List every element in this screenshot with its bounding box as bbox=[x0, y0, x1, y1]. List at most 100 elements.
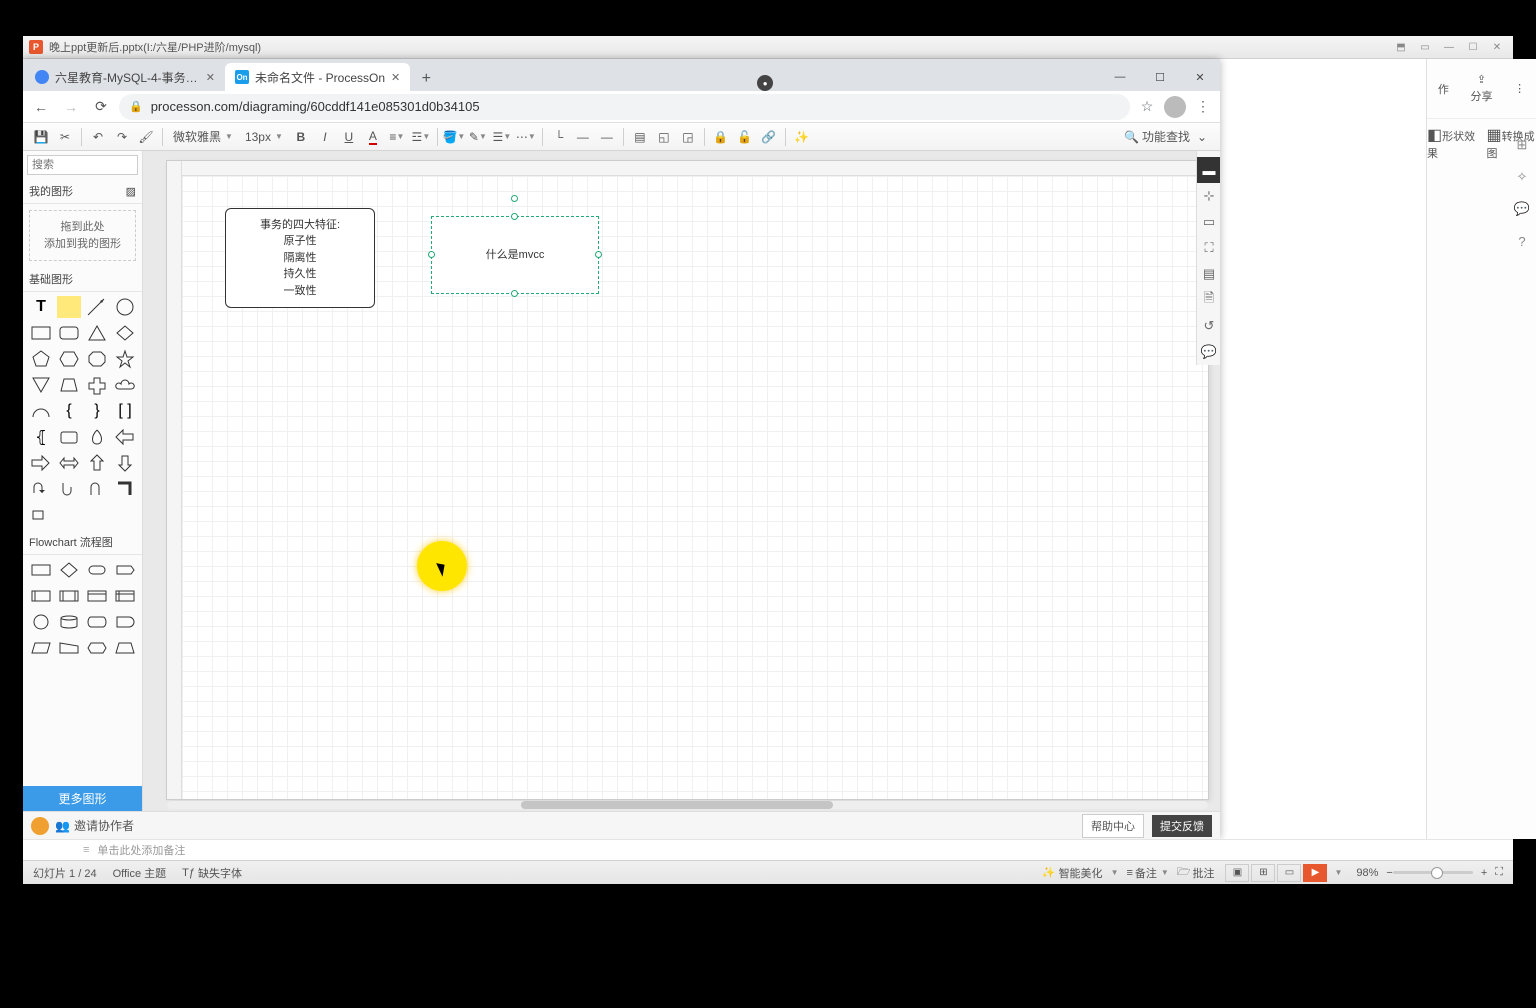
fill-color-icon[interactable]: 🪣▼ bbox=[443, 127, 465, 147]
arrow-left-shape[interactable] bbox=[113, 426, 137, 448]
feedback-button[interactable]: 提交反馈 bbox=[1152, 815, 1212, 837]
line2-icon[interactable]: — bbox=[596, 127, 618, 147]
rp-sparkle-icon[interactable]: ✧ bbox=[1510, 161, 1534, 193]
browser-minimize-icon[interactable]: — bbox=[1100, 63, 1140, 91]
magic-icon[interactable]: ✨ bbox=[791, 127, 813, 147]
link-icon[interactable]: 🔗 bbox=[758, 127, 780, 147]
maximize-icon[interactable]: ☐ bbox=[1463, 40, 1483, 54]
shape-search-input[interactable] bbox=[27, 155, 138, 175]
ppt-notes-bar[interactable]: ≡ 单击此处添加备注 bbox=[23, 839, 1513, 859]
tab-close-icon[interactable]: ✕ bbox=[391, 71, 400, 84]
help-center-button[interactable]: 帮助中心 bbox=[1082, 814, 1144, 838]
zoom-level[interactable]: 98% bbox=[1356, 867, 1378, 879]
fc-decision[interactable] bbox=[57, 559, 81, 581]
align-icon[interactable]: ≡▼ bbox=[386, 127, 408, 147]
back-button[interactable]: ← bbox=[29, 95, 53, 119]
fc-card[interactable] bbox=[85, 585, 109, 607]
note-shape[interactable] bbox=[57, 296, 81, 318]
rt-dark[interactable]: ▬ bbox=[1197, 157, 1220, 183]
screenshot-icon[interactable]: ⛶ bbox=[1197, 235, 1220, 261]
small-rect-shape[interactable] bbox=[29, 504, 53, 526]
user-avatar[interactable] bbox=[31, 817, 49, 835]
view-sorter-icon[interactable]: ⊞ bbox=[1251, 864, 1275, 882]
arrow-down-shape[interactable] bbox=[113, 452, 137, 474]
rp-menu-icon[interactable]: ⋮ bbox=[1514, 82, 1525, 95]
fc-trap[interactable] bbox=[113, 637, 137, 659]
fc-predefined[interactable] bbox=[29, 585, 53, 607]
new-tab-button[interactable]: + bbox=[414, 67, 438, 91]
rp-chat-icon[interactable]: 💬 bbox=[1510, 193, 1534, 225]
horizontal-scrollbar[interactable] bbox=[167, 801, 1208, 809]
fc-display[interactable] bbox=[113, 559, 137, 581]
arrow-n-shape[interactable] bbox=[85, 478, 109, 500]
zoom-in-icon[interactable]: + bbox=[1481, 867, 1487, 879]
reload-button[interactable]: ⟳ bbox=[89, 95, 113, 119]
zoom-slider[interactable] bbox=[1393, 871, 1473, 874]
canvas[interactable]: 事务的四大特征: 原子性 隔离性 持久性 一致性 什么是mvcc bbox=[167, 161, 1208, 799]
corner-shape[interactable] bbox=[113, 478, 137, 500]
missing-font[interactable]: 缺失字体 bbox=[198, 865, 242, 881]
browser-menu-icon[interactable]: ⋮ bbox=[1192, 96, 1214, 118]
bracket-shape[interactable]: [ ] bbox=[113, 400, 137, 422]
drop-zone[interactable]: 拖到此处 添加到我的图形 bbox=[29, 210, 136, 261]
cloud-shape[interactable] bbox=[113, 374, 137, 396]
fc-frame[interactable] bbox=[113, 585, 137, 607]
list-icon[interactable]: ☲▼ bbox=[410, 127, 432, 147]
rp-shape-effect[interactable]: ◧形状效果 bbox=[1427, 125, 1477, 161]
layers-icon[interactable]: ▤ bbox=[1197, 261, 1220, 287]
tab-processon[interactable]: On 未命名文件 - ProcessOn ✕ bbox=[225, 63, 410, 91]
fc-delay[interactable] bbox=[113, 611, 137, 633]
pen-icon[interactable]: ✎▼ bbox=[467, 127, 489, 147]
rp-action[interactable]: 作 bbox=[1438, 81, 1449, 97]
back-icon[interactable]: ◲ bbox=[677, 127, 699, 147]
close-icon[interactable]: ✕ bbox=[1487, 40, 1507, 54]
fc-stored[interactable] bbox=[85, 611, 109, 633]
brace2-shape[interactable]: ⦃ bbox=[29, 426, 53, 448]
star-shape[interactable] bbox=[113, 348, 137, 370]
browser-close-icon[interactable]: ✕ bbox=[1180, 63, 1220, 91]
font-family-select[interactable]: 微软雅黑▼ bbox=[167, 128, 239, 145]
card-shape[interactable] bbox=[57, 426, 81, 448]
fc-database[interactable] bbox=[57, 611, 81, 633]
extension-badge[interactable]: ● bbox=[757, 75, 773, 91]
fc-connector[interactable] bbox=[29, 611, 53, 633]
drop-shape[interactable] bbox=[85, 426, 109, 448]
restore-icon[interactable]: ⬒ bbox=[1391, 40, 1411, 54]
rect-shape[interactable] bbox=[29, 322, 53, 344]
basic-shapes-section[interactable]: 基础图形 bbox=[23, 267, 142, 292]
front-icon[interactable]: ◱ bbox=[653, 127, 675, 147]
unlock-icon[interactable]: 🔓 bbox=[734, 127, 756, 147]
flowchart-section[interactable]: Flowchart 流程图 bbox=[23, 530, 142, 555]
function-search[interactable]: 🔍 功能查找 bbox=[1124, 128, 1190, 145]
align-objects-icon[interactable]: ▤ bbox=[629, 127, 651, 147]
arrow-lr-shape[interactable] bbox=[57, 452, 81, 474]
theme-label[interactable]: Office 主题 bbox=[113, 865, 167, 881]
comment-button[interactable]: 批注 bbox=[1192, 865, 1214, 881]
arrow-u-shape[interactable] bbox=[57, 478, 81, 500]
edit-icon[interactable]: ▨ bbox=[126, 185, 136, 198]
fc-manual[interactable] bbox=[57, 637, 81, 659]
more-shapes-button[interactable]: 更多图形 bbox=[23, 786, 142, 811]
invtriangle-shape[interactable] bbox=[29, 374, 53, 396]
undo-icon[interactable]: ↶ bbox=[87, 127, 109, 147]
arrow-turn-shape[interactable] bbox=[29, 478, 53, 500]
rp-settings-icon[interactable]: ⊞ bbox=[1510, 129, 1534, 161]
fc-terminator[interactable] bbox=[85, 559, 109, 581]
collapse-toolbar-icon[interactable]: ⌄ bbox=[1191, 127, 1213, 147]
fc-internal[interactable] bbox=[57, 585, 81, 607]
octagon-shape[interactable] bbox=[85, 348, 109, 370]
halfcircle-shape[interactable] bbox=[29, 400, 53, 422]
fc-data[interactable] bbox=[29, 637, 53, 659]
lock-icon[interactable]: 🔒 bbox=[710, 127, 732, 147]
format-painter-icon[interactable]: 🖌 bbox=[135, 127, 157, 147]
pentagon-shape[interactable] bbox=[29, 348, 53, 370]
node-transaction-properties[interactable]: 事务的四大特征: 原子性 隔离性 持久性 一致性 bbox=[225, 208, 375, 308]
brace-right-shape[interactable]: } bbox=[85, 400, 109, 422]
outline-icon[interactable]: ▭ bbox=[1197, 209, 1220, 235]
roundrect-shape[interactable] bbox=[57, 322, 81, 344]
font-color-icon[interactable]: A bbox=[362, 127, 384, 147]
line1-icon[interactable]: — bbox=[572, 127, 594, 147]
beautify-btn[interactable]: 智能美化 bbox=[1059, 865, 1103, 881]
fc-process[interactable] bbox=[29, 559, 53, 581]
my-shapes-section[interactable]: 我的图形▨ bbox=[23, 179, 142, 204]
